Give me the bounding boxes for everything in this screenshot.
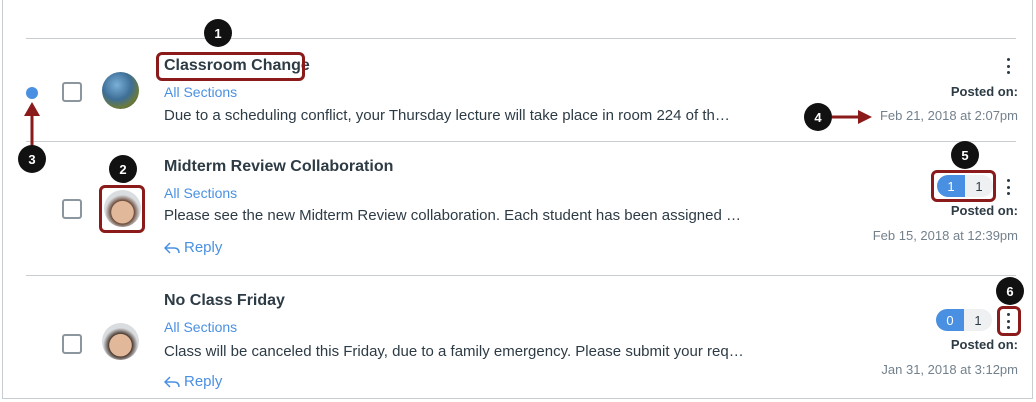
sections-link[interactable]: All Sections: [164, 84, 237, 100]
reply-label: Reply: [184, 373, 223, 390]
menu-highlight: [997, 306, 1021, 336]
avatar: [102, 323, 139, 360]
posted-label: Posted on:: [950, 84, 1018, 99]
kebab-menu-icon[interactable]: [1006, 179, 1010, 195]
discussion-checkbox[interactable]: [62, 334, 82, 354]
posted-date: Feb 21, 2018 at 2:07pm: [879, 108, 1018, 123]
posted-date: Jan 31, 2018 at 3:12pm: [881, 362, 1018, 377]
callout-arrow: [24, 102, 40, 148]
sections-link[interactable]: All Sections: [164, 319, 237, 335]
reply-button[interactable]: Reply: [164, 239, 222, 256]
discussion-title[interactable]: No Class Friday: [164, 292, 285, 310]
posted-label: Posted on:: [950, 203, 1018, 218]
posted-label: Posted on:: [950, 337, 1018, 352]
callout-badge: 5: [951, 141, 979, 169]
divider: [26, 275, 1016, 276]
avatar: [102, 72, 139, 109]
discussion-checkbox[interactable]: [62, 199, 82, 219]
title-highlight: [156, 52, 305, 81]
divider: [26, 141, 1016, 142]
avatar-highlight: [99, 185, 145, 233]
total-count: 1: [964, 309, 992, 331]
reply-label: Reply: [184, 239, 223, 256]
discussion-excerpt: Class will be canceled this Friday, due …: [164, 343, 744, 360]
callout-badge: 1: [204, 19, 232, 47]
discussion-excerpt: Please see the new Midterm Review collab…: [164, 207, 741, 224]
reply-arrow-icon: [164, 241, 180, 254]
reply-count-pill: 0 1: [936, 309, 992, 331]
unread-indicator: [26, 87, 38, 99]
callout-badge: 4: [804, 103, 832, 131]
reply-arrow-icon: [164, 375, 180, 388]
sections-link[interactable]: All Sections: [164, 185, 237, 201]
kebab-menu-icon[interactable]: [1006, 58, 1010, 74]
divider: [26, 38, 1016, 39]
pill-highlight: [931, 170, 996, 202]
callout-badge: 3: [18, 145, 46, 173]
posted-date: Feb 15, 2018 at 12:39pm: [872, 228, 1018, 243]
callout-arrow: [832, 110, 872, 124]
callout-badge: 6: [996, 277, 1024, 305]
reply-button[interactable]: Reply: [164, 373, 222, 390]
discussion-excerpt: Due to a scheduling conflict, your Thurs…: [164, 107, 730, 124]
callout-badge: 2: [109, 155, 137, 183]
discussion-title[interactable]: Midterm Review Collaboration: [164, 158, 393, 176]
unread-count: 0: [936, 309, 964, 331]
discussion-checkbox[interactable]: [62, 82, 82, 102]
